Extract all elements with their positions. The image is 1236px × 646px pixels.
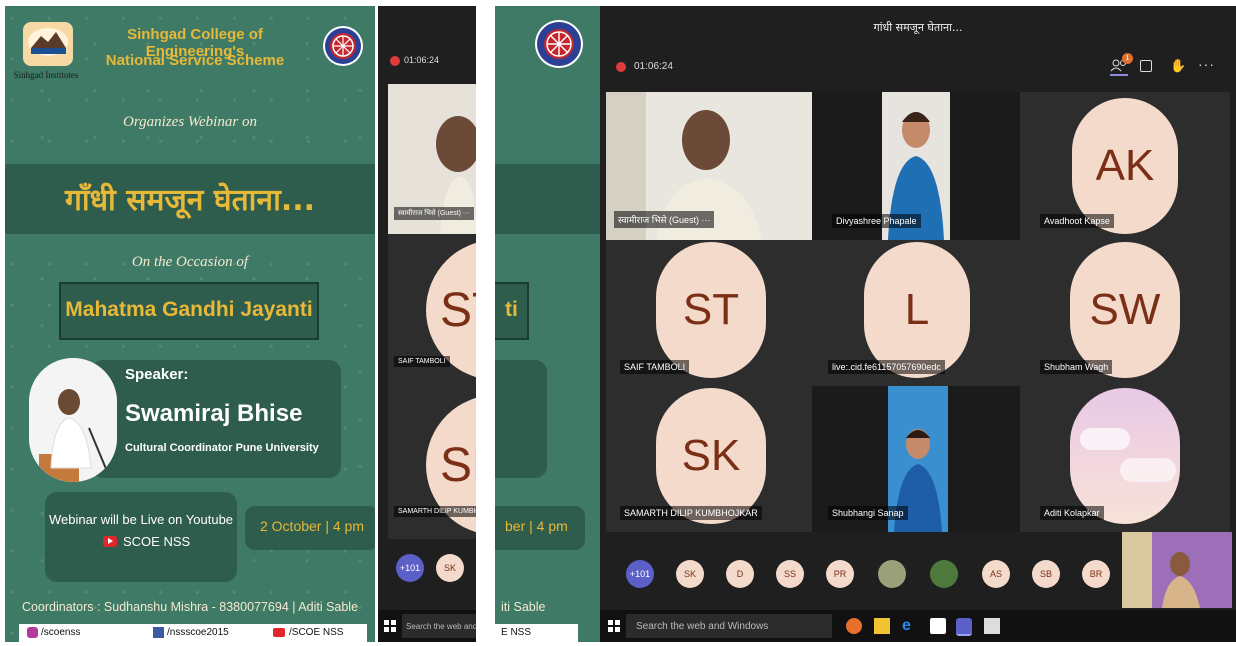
- teams-icon[interactable]: [956, 618, 972, 636]
- live-text: Webinar will be Live on Youtube: [48, 512, 234, 527]
- video-tile-divyashree[interactable]: Divyashree Phapale: [812, 92, 1020, 240]
- meeting-timer: 01:06:24: [634, 61, 673, 72]
- taskbar: Search the web and W: [378, 610, 476, 642]
- tile-name-avadhoot: Avadhoot Kapse: [1040, 214, 1114, 228]
- video-tile-shubhangi[interactable]: Shubhangi Sanap: [812, 386, 1020, 532]
- windows-start-icon[interactable]: [384, 620, 396, 632]
- speaker-name: Swamiraj Bhise: [125, 400, 303, 427]
- participant-pr[interactable]: PR: [826, 560, 854, 588]
- more-options-icon[interactable]: ···: [1198, 56, 1215, 72]
- participant-sk-main[interactable]: SK: [676, 560, 704, 588]
- video-tile-guest[interactable]: स्वामीराज भिसे (Guest) ···: [388, 84, 476, 234]
- tile-name-guest-main: स्वामीराज भिसे (Guest) ···: [614, 211, 715, 228]
- media-icon[interactable]: [984, 618, 1000, 634]
- strip-event-fragment: ti: [505, 298, 518, 321]
- video-tile-aditi[interactable]: Aditi Kolapkar: [1020, 386, 1230, 532]
- tile-name-live-cid: live:.cid.fe61157057690edc: [828, 360, 945, 374]
- webinar-poster: Sinhgad Institutes Sinhgad College of En…: [5, 6, 375, 642]
- taskbar-search-main[interactable]: Search the web and Windows: [626, 614, 832, 638]
- participant-more-main[interactable]: +101: [626, 560, 654, 588]
- strip-social-fragment: E NSS: [501, 627, 532, 638]
- strip-coordinator-fragment: iti Sable: [501, 600, 546, 614]
- webinar-title: गाँधी समजून घेताना...: [64, 183, 316, 218]
- nss-logo: [323, 26, 363, 66]
- tile-name-saif: SAIF TAMBOLI: [394, 356, 450, 367]
- video-tile-sw[interactable]: SW Shubham Wagh: [1020, 240, 1230, 386]
- meeting-title: गांधी समजून घेताना...: [873, 21, 963, 34]
- event-date: 2 October | 4 pm: [259, 518, 364, 534]
- youtube-icon: [103, 536, 117, 547]
- tile-name-samarth: SAMARTH DILIP KUMBHOJKAR: [394, 506, 476, 517]
- store-icon[interactable]: [930, 618, 946, 634]
- youtube-small-icon: [273, 628, 285, 637]
- speaker-label: Speaker:: [125, 366, 189, 383]
- social-facebook[interactable]: /nssscoe2015: [167, 627, 229, 638]
- tile-name-divyashree: Divyashree Phapale: [832, 214, 921, 228]
- sinhgad-logo: [23, 22, 73, 66]
- raise-hand-icon[interactable]: ✋: [1170, 58, 1186, 74]
- tile-name-shubham: Shubham Wagh: [1040, 360, 1113, 374]
- participant-br[interactable]: BR: [1082, 560, 1110, 588]
- poster-strip: ti ber | 4 pm iti Sable E NSS: [495, 6, 600, 642]
- participant-more[interactable]: +101: [396, 554, 424, 582]
- teams-narrow-window: 01:06:24 स्वामीराज भिसे (Guest) ··· ST S…: [378, 6, 476, 642]
- video-tile-st-main[interactable]: ST SAIF TAMBOLI: [606, 240, 812, 386]
- youtube-channel: SCOE NSS: [123, 534, 191, 549]
- windows-start-icon-main[interactable]: [608, 620, 620, 632]
- chat-icon[interactable]: [1140, 60, 1152, 72]
- participant-ss[interactable]: SS: [776, 560, 804, 588]
- participant-as[interactable]: AS: [982, 560, 1010, 588]
- taskbar-search[interactable]: Search the web and W: [402, 614, 476, 638]
- occasion-text: On the Occasion of: [131, 254, 249, 270]
- teams-meeting-window: गांधी समजून घेताना... 01:06:24 1 ✋ ··· स…: [600, 6, 1236, 642]
- avatar-st-main: ST: [656, 242, 766, 378]
- coordinators: Coordinators : Sudhanshu Mishra - 838007…: [21, 600, 359, 614]
- logo-caption: Sinhgad Institutes: [13, 70, 79, 80]
- social-youtube[interactable]: /SCOE NSS: [289, 627, 343, 638]
- participant-sk[interactable]: SK: [436, 554, 464, 582]
- tile-name-saif-main: SAIF TAMBOLI: [620, 360, 690, 374]
- strip-band: [495, 164, 600, 234]
- participant-count-badge: 1: [1122, 53, 1133, 64]
- video-tile-guest-main[interactable]: स्वामीराज भिसे (Guest) ···: [606, 92, 812, 240]
- facebook-icon: [153, 627, 164, 638]
- avatar-sw: SW: [1070, 242, 1180, 378]
- speaker-photo: [29, 358, 117, 482]
- tile-name-guest: स्वामीराज भिसे (Guest) ···: [394, 207, 474, 220]
- video-tile-ak[interactable]: AK Avadhoot Kapse: [1020, 92, 1230, 240]
- video-tile-sk[interactable]: SK SAMARTH DILIP KUMBHOJKAR: [388, 389, 476, 539]
- file-explorer-icon[interactable]: [874, 618, 890, 634]
- video-tile-l[interactable]: L live:.cid.fe61157057690edc: [812, 240, 1020, 386]
- instagram-icon: [27, 627, 38, 638]
- participant-photo-2[interactable]: [930, 560, 958, 588]
- tile-name-aditi: Aditi Kolapkar: [1040, 506, 1104, 520]
- video-tile-sk-main[interactable]: SK SAMARTH DILIP KUMBHOJKAR: [606, 386, 812, 532]
- strip-card: [495, 360, 547, 478]
- strip-date-fragment: ber | 4 pm: [505, 518, 568, 534]
- tile-name-shubhangi: Shubhangi Sanap: [828, 506, 908, 520]
- participant-photo-1[interactable]: [878, 560, 906, 588]
- call-timer: 01:06:24: [404, 55, 440, 65]
- recording-indicator-main: [616, 62, 626, 72]
- social-instagram[interactable]: /scoenss: [41, 627, 80, 638]
- self-view[interactable]: [1122, 532, 1232, 608]
- edge-icon[interactable]: e: [902, 618, 918, 634]
- organizes-text: Organizes Webinar on: [123, 114, 257, 130]
- avatar-aditi-image: [1070, 388, 1180, 524]
- taskbar-main: Search the web and Windows e: [600, 610, 1236, 642]
- recording-indicator: [390, 56, 400, 66]
- nss-name: National Service Scheme: [105, 52, 285, 69]
- speaker-role: Cultural Coordinator Pune University: [125, 442, 319, 454]
- participant-sb[interactable]: SB: [1032, 560, 1060, 588]
- avatar-l: L: [864, 242, 970, 378]
- video-tile-st[interactable]: ST SAIF TAMBOLI: [388, 234, 476, 389]
- firefox-icon[interactable]: [846, 618, 862, 634]
- participant-d[interactable]: D: [726, 560, 754, 588]
- avatar-sk-main: SK: [656, 388, 766, 524]
- event-name: Mahatma Gandhi Jayanti: [65, 298, 313, 321]
- tile-name-samarth-main: SAMARTH DILIP KUMBHOJKAR: [620, 506, 762, 520]
- nss-logo-strip: [535, 20, 583, 68]
